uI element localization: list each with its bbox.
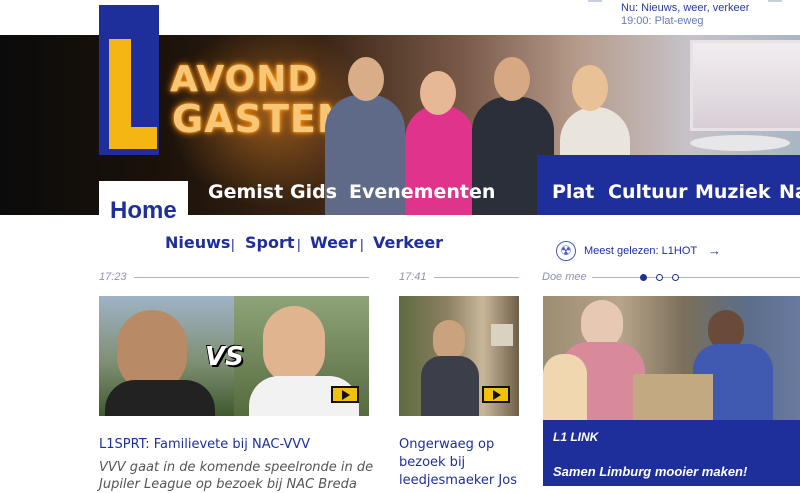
l1-link-subtitle: Samen Limburg mooier maken! bbox=[553, 464, 748, 479]
show-title-line2: GASTEN bbox=[172, 97, 350, 141]
person-body bbox=[421, 356, 479, 416]
person-face bbox=[581, 300, 623, 348]
nav-home-label: Home bbox=[110, 197, 177, 224]
nav-item-gids[interactable]: Gids bbox=[290, 181, 337, 203]
play-triangle bbox=[493, 390, 501, 400]
player-shirt-left bbox=[105, 380, 215, 416]
carousel-dot[interactable] bbox=[672, 274, 679, 281]
person-face bbox=[433, 320, 465, 360]
news-headline[interactable]: L1SPRT: Familievete bij NAC-VVV bbox=[99, 437, 310, 452]
work-table bbox=[633, 374, 713, 420]
versus-text: VS bbox=[205, 342, 244, 372]
sign bbox=[491, 324, 513, 346]
next-program-text[interactable]: 19:00: Plat-eweg bbox=[621, 15, 704, 27]
play-icon[interactable] bbox=[331, 386, 359, 403]
carousel-dot[interactable] bbox=[656, 274, 663, 281]
studio-screen bbox=[690, 40, 800, 131]
subnav-separator: | bbox=[297, 236, 301, 252]
now-playing-text[interactable]: Nu: Nieuws, weer, verkeer bbox=[621, 2, 749, 14]
arrow-right-icon[interactable]: → bbox=[708, 243, 721, 258]
play-icon[interactable] bbox=[482, 386, 510, 403]
presenter-head bbox=[572, 65, 608, 111]
most-read-link[interactable]: Meest gelezen: L1HOT bbox=[584, 245, 697, 257]
presenter-head bbox=[420, 71, 456, 115]
subnav-verkeer[interactable]: Verkeer bbox=[373, 233, 443, 252]
l1-link-title: L1 LINK bbox=[553, 430, 599, 444]
subnav-weer[interactable]: Weer bbox=[310, 233, 357, 252]
doe-mee-label: Doe mee bbox=[542, 271, 587, 283]
news-headline[interactable]: Ongerwaeg op bbox=[399, 437, 494, 452]
timestamp: 17:41 bbox=[399, 271, 427, 283]
timestamp: 17:23 bbox=[99, 271, 127, 283]
carousel-dot-active[interactable] bbox=[640, 274, 647, 281]
top-divider bbox=[768, 0, 782, 2]
l1-link-panel[interactable]: L1 LINK Samen Limburg mooier maken! bbox=[543, 420, 800, 486]
logo-letter-l bbox=[109, 127, 157, 149]
timeline-rule bbox=[592, 277, 800, 278]
news-headline[interactable]: bezoek bij bbox=[399, 455, 465, 470]
presenter-head bbox=[348, 57, 384, 101]
news-thumbnail-nac-vvv[interactable]: VS bbox=[99, 296, 369, 416]
nav-item-plat[interactable]: Plat bbox=[552, 181, 594, 203]
nav-item-gemist[interactable]: Gemist bbox=[208, 181, 283, 203]
timeline-rule bbox=[134, 277, 369, 278]
nav-item-cultuur[interactable]: Cultuur bbox=[608, 181, 688, 203]
nav-item-evenementen[interactable]: Evenementen bbox=[349, 181, 495, 203]
presenter-head bbox=[494, 57, 530, 101]
subnav-separator: | bbox=[231, 236, 235, 252]
nav-item-more[interactable]: Na bbox=[779, 181, 800, 203]
play-triangle bbox=[342, 390, 350, 400]
news-summary: VVV gaat in de komende speelronde in de bbox=[99, 460, 374, 475]
nav-home-tab[interactable]: Home bbox=[99, 181, 188, 227]
nav-item-muziek[interactable]: Muziek bbox=[695, 181, 771, 203]
l1-link-photo[interactable] bbox=[543, 296, 800, 420]
subnav-separator: | bbox=[360, 236, 364, 252]
top-divider bbox=[588, 0, 602, 2]
show-title-line1: AVOND bbox=[170, 59, 319, 100]
radiation-icon: ☢ bbox=[556, 241, 576, 261]
subnav-sport[interactable]: Sport bbox=[245, 233, 295, 252]
news-summary: Jupiler League op bezoek bij NAC Breda bbox=[99, 477, 357, 492]
l1-logo[interactable] bbox=[99, 5, 159, 155]
player-face-right bbox=[263, 306, 325, 384]
child-figure bbox=[543, 354, 587, 420]
subnav-nieuws[interactable]: Nieuws bbox=[165, 233, 230, 252]
studio-desk bbox=[690, 135, 790, 151]
timeline-rule bbox=[434, 277, 519, 278]
news-thumbnail-jos[interactable] bbox=[399, 296, 519, 416]
